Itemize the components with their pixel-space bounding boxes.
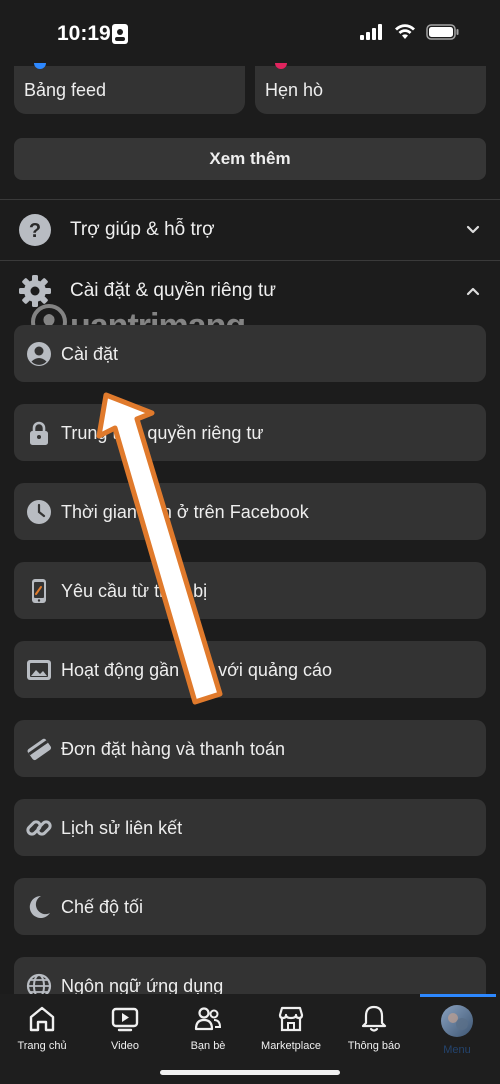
moon-icon: [26, 894, 52, 920]
menu-item-orders-payments[interactable]: Đơn đặt hàng và thanh toán: [14, 720, 486, 777]
menu-label: Chế độ tối: [61, 897, 144, 917]
lock-icon: [26, 420, 52, 446]
tab-marketplace[interactable]: Marketplace: [249, 1004, 333, 1064]
svg-text:?: ?: [29, 220, 41, 242]
video-icon: [111, 1007, 139, 1032]
tab-active-indicator: [420, 994, 496, 997]
section-label: Trợ giúp & hỗ trợ: [70, 219, 215, 240]
avatar-icon: [441, 1005, 473, 1037]
see-more-button[interactable]: Xem thêm: [14, 138, 486, 180]
image-icon: [26, 657, 52, 683]
tab-friends[interactable]: Bạn bè: [166, 1004, 250, 1064]
help-icon: ?: [18, 213, 52, 252]
shortcut-dating[interactable]: Hẹn hò: [255, 63, 486, 114]
tab-label: Menu: [443, 1044, 471, 1056]
tab-label: Trang chủ: [17, 1040, 67, 1052]
user-circle-icon: [26, 341, 52, 367]
menu-item-link-history[interactable]: Lịch sử liên kết: [14, 799, 486, 856]
menu-item-ad-activity[interactable]: Hoạt động gần đây với quảng cáo: [14, 641, 486, 698]
card-icon: [26, 736, 52, 762]
menu-label: Cài đặt: [61, 344, 119, 364]
tab-notifications[interactable]: Thông báo: [332, 1004, 416, 1064]
tab-video[interactable]: Video: [83, 1004, 167, 1064]
menu-label: Hoạt động gần đây với quảng cáo: [61, 660, 333, 680]
menu-item-settings[interactable]: Cài đặt: [14, 325, 486, 382]
signal-icon: [360, 24, 384, 45]
shortcut-feed[interactable]: Bảng feed: [14, 63, 245, 114]
tab-label: Marketplace: [261, 1040, 321, 1052]
chevron-up-icon: [466, 283, 480, 301]
menu-label: Lịch sử liên kết: [61, 818, 183, 838]
shortcut-label: Bảng feed: [24, 80, 107, 100]
link-icon: [26, 815, 52, 841]
menu-item-dark-mode[interactable]: Chế độ tối: [14, 878, 486, 935]
status-bar: 10:19: [0, 0, 500, 66]
bell-icon: [361, 1005, 387, 1032]
phone-icon: [26, 578, 52, 604]
feed-icon: [34, 63, 46, 69]
tab-menu[interactable]: Menu: [415, 1004, 499, 1064]
section-label: Cài đặt & quyền riêng tư: [70, 280, 277, 301]
help-support-section[interactable]: ? Trợ giúp & hỗ trợ: [0, 200, 500, 260]
marketplace-icon: [278, 1006, 304, 1032]
menu-item-privacy-center[interactable]: Trung tâm quyền riêng tư: [14, 404, 486, 461]
home-icon: [29, 1006, 55, 1032]
menu-item-device-requests[interactable]: Yêu cầu từ thiết bị: [14, 562, 486, 619]
tab-label: Video: [111, 1040, 139, 1052]
battery-icon: [426, 24, 460, 45]
wifi-icon: [394, 24, 416, 45]
friends-icon: [194, 1007, 222, 1031]
status-time: 10:19: [57, 22, 111, 45]
menu-item-time-on-facebook[interactable]: Thời gian bạn ở trên Facebook: [14, 483, 486, 540]
tab-label: Thông báo: [347, 1040, 401, 1052]
chevron-down-icon: [466, 222, 480, 240]
clock-icon: [26, 499, 52, 525]
id-card-icon: [112, 24, 128, 49]
status-indicators: [360, 24, 460, 45]
tab-label: Bạn bè: [190, 1040, 226, 1052]
dating-icon: [275, 63, 287, 69]
home-indicator[interactable]: [160, 1070, 340, 1075]
tab-home[interactable]: Trang chủ: [0, 1004, 84, 1064]
menu-label: Yêu cầu từ thiết bị: [61, 581, 208, 601]
shortcut-label: Hẹn hò: [265, 80, 324, 100]
menu-label: Trung tâm quyền riêng tư: [61, 423, 264, 443]
menu-label: Thời gian bạn ở trên Facebook: [61, 502, 309, 522]
menu-label: Đơn đặt hàng và thanh toán: [61, 739, 285, 759]
